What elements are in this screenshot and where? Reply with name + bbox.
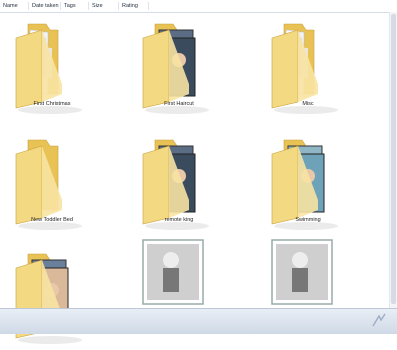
folder-label: New Toddler Bed [31, 217, 73, 223]
folder-label: Misc [302, 101, 314, 107]
folder-item[interactable]: First Haircut [129, 8, 229, 120]
folder-label: First Christmas [33, 101, 71, 107]
scrollbar-thumb[interactable] [391, 14, 396, 304]
folder-item[interactable]: New Toddler Bed [2, 124, 102, 236]
folder-label: Swimming [295, 217, 321, 223]
details-pane [0, 308, 397, 334]
folder-item[interactable]: Misc [258, 8, 358, 120]
folder-label: remote king [164, 217, 194, 223]
folder-item[interactable]: First Christmas [2, 8, 102, 120]
watermark-icon [372, 313, 386, 327]
folder-label: First Haircut [164, 101, 194, 107]
folder-item[interactable]: Swimming [258, 124, 358, 236]
vertical-scrollbar[interactable] [389, 12, 397, 310]
folder-item[interactable]: remote king [129, 124, 229, 236]
